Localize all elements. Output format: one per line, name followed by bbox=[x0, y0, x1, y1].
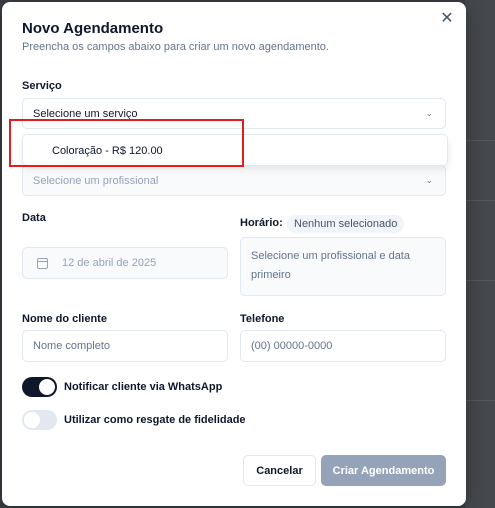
backdrop-divider bbox=[465, 400, 495, 401]
service-label: Serviço bbox=[22, 80, 62, 92]
backdrop-divider bbox=[465, 200, 495, 201]
dialog-subtitle: Preencha os campos abaixo para criar um … bbox=[22, 41, 329, 53]
date-value: 12 de abril de 2025 bbox=[62, 257, 157, 269]
chevron-down-icon: ⌄ bbox=[425, 174, 433, 185]
loyalty-toggle[interactable] bbox=[22, 410, 57, 430]
appointment-dialog: ✕ Novo Agendamento Preencha os campos ab… bbox=[2, 2, 466, 506]
chevron-down-icon: ⌄ bbox=[425, 107, 433, 118]
backdrop bbox=[465, 0, 495, 508]
date-picker[interactable]: 12 de abril de 2025 bbox=[22, 247, 228, 279]
phone-input[interactable]: (00) 00000-0000 bbox=[240, 330, 446, 362]
dialog-title: Novo Agendamento bbox=[22, 20, 164, 37]
backdrop-divider bbox=[465, 280, 495, 281]
time-status-badge: Nenhum selecionado bbox=[287, 215, 405, 233]
client-name-placeholder: Nome completo bbox=[33, 340, 111, 352]
toggle-knob bbox=[24, 412, 40, 428]
client-name-label: Nome do cliente bbox=[22, 313, 107, 325]
cancel-button[interactable]: Cancelar bbox=[243, 455, 316, 486]
close-icon[interactable]: ✕ bbox=[438, 10, 456, 28]
whatsapp-toggle-label: Notificar cliente via WhatsApp bbox=[64, 381, 223, 393]
professional-select-value: Selecione um profissional bbox=[33, 174, 159, 187]
loyalty-toggle-label: Utilizar como resgate de fidelidade bbox=[64, 414, 246, 426]
phone-label: Telefone bbox=[240, 313, 285, 325]
date-label: Data bbox=[22, 212, 46, 224]
client-name-input[interactable]: Nome completo bbox=[22, 330, 228, 362]
professional-select[interactable]: Selecione um profissional ⌄ bbox=[22, 165, 446, 196]
phone-placeholder: (00) 00000-0000 bbox=[251, 340, 333, 352]
create-appointment-button[interactable]: Criar Agendamento bbox=[321, 455, 446, 486]
time-label: Horário: bbox=[240, 217, 283, 229]
whatsapp-toggle[interactable] bbox=[22, 377, 57, 397]
time-slots-hint: Selecione um profissional e data primeir… bbox=[240, 237, 446, 296]
calendar-icon bbox=[37, 257, 48, 269]
toggle-knob bbox=[39, 379, 55, 395]
service-select-value: Selecione um serviço bbox=[33, 107, 138, 120]
backdrop-divider bbox=[465, 140, 495, 141]
highlight-box bbox=[9, 119, 244, 167]
